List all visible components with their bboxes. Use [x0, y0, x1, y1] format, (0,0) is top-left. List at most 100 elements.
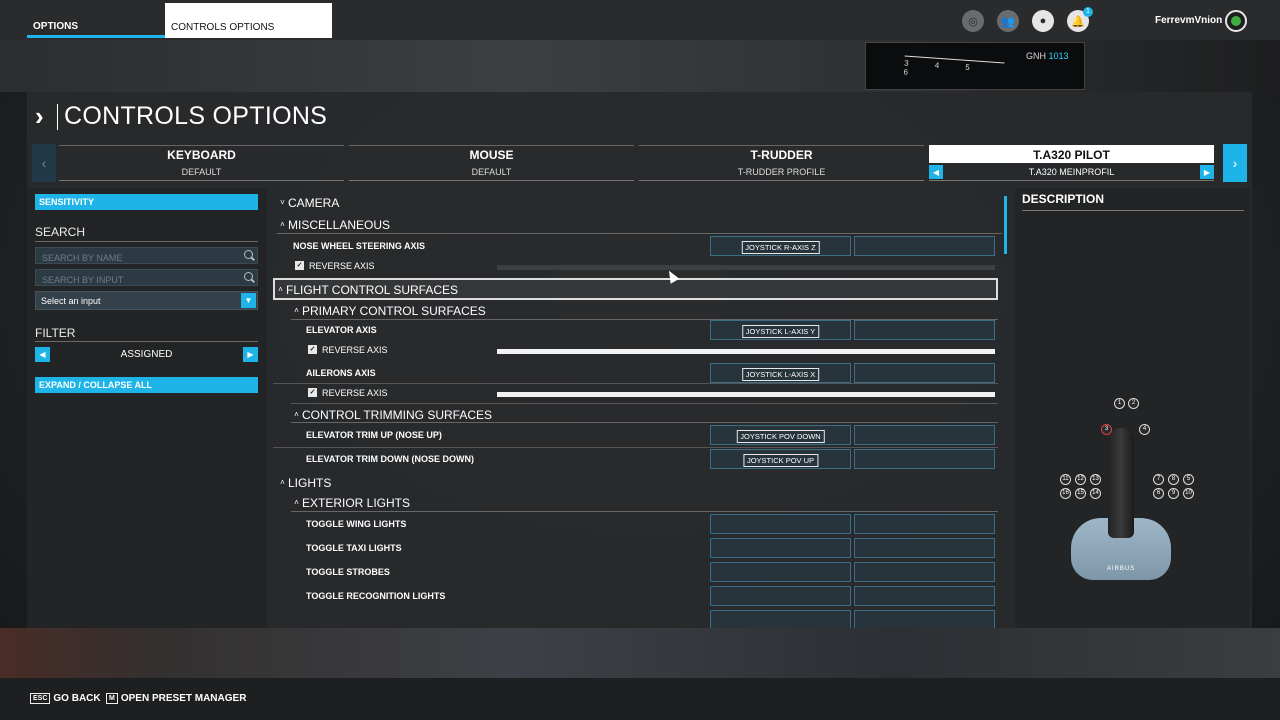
footer-bar: ESC GO BACK M OPEN PRESET MANAGER	[0, 678, 1280, 720]
tab-controls-options[interactable]: CONTROLS OPTIONS	[165, 3, 332, 38]
section-lights[interactable]: ˄ LIGHTS	[277, 472, 1002, 492]
reverse-axis-row[interactable]: ✓ REVERSE AXIS	[273, 257, 998, 277]
tab-keyboard[interactable]: KEYBOARD DEFAULT	[59, 145, 344, 181]
binding-slot-secondary[interactable]	[854, 514, 995, 534]
open-preset-manager-button[interactable]: M OPEN PRESET MANAGER	[106, 693, 246, 704]
search-by-name[interactable]	[35, 247, 258, 266]
binding-slot-primary[interactable]: JOYSTICK POV DOWN	[710, 425, 851, 445]
section-label: PRIMARY CONTROL SURFACES	[302, 304, 486, 318]
select-input-dropdown[interactable]: Select an input ▼	[35, 291, 258, 310]
reverse-axis-row[interactable]: ✓ REVERSE AXIS	[273, 384, 998, 404]
binding-label: TOGGLE TAXI LIGHTS	[306, 543, 402, 553]
filter-next-button[interactable]: ▶	[243, 347, 258, 362]
binding-slot-primary[interactable]: JOYSTICK L-AXIS Y	[710, 320, 851, 340]
binding-slot-primary[interactable]	[710, 514, 851, 534]
reverse-axis-row[interactable]: ✓ REVERSE AXIS	[273, 341, 998, 361]
binding-label: ELEVATOR TRIM UP (NOSE UP)	[306, 430, 442, 440]
binding-label: TOGGLE RECOGNITION LIGHTS	[306, 591, 446, 601]
tab-mouse[interactable]: MOUSE DEFAULT	[349, 145, 634, 181]
binding-nose-wheel[interactable]: NOSE WHEEL STEERING AXIS JOYSTICK R-AXIS…	[273, 235, 998, 257]
search-input-field[interactable]	[36, 272, 231, 288]
binding-slot-secondary[interactable]	[854, 538, 995, 558]
search-name-input[interactable]	[36, 250, 231, 266]
section-control-trimming-surfaces[interactable]: ˄ CONTROL TRIMMING SURFACES	[291, 403, 998, 423]
section-label: CAMERA	[288, 196, 340, 210]
tab-ta320-pilot[interactable]: T.A320 PILOT T.A320 MEINPROFIL ◀ ▶	[929, 145, 1214, 181]
bindings-list: ˅ CAMERA ˄ MISCELLANEOUS NOSE WHEEL STEERI…	[273, 188, 1013, 628]
tab-options[interactable]: OPTIONS	[27, 3, 165, 38]
binding-trim-up[interactable]: ELEVATOR TRIM UP (NOSE UP) JOYSTICK POV …	[273, 424, 998, 448]
expand-collapse-button[interactable]: EXPAND / COLLAPSE ALL	[35, 377, 258, 393]
device-prev-button[interactable]: ‹	[32, 144, 56, 182]
friends-icon[interactable]: 👥	[997, 10, 1019, 32]
binding-next-partial[interactable]	[273, 609, 998, 628]
binding-slot-primary[interactable]	[710, 562, 851, 582]
binding-slot-secondary[interactable]	[854, 562, 995, 582]
binding-label: AILERONS AXIS	[306, 368, 376, 378]
binding-slot-primary[interactable]	[710, 538, 851, 558]
chevron-up-icon: ˄	[280, 220, 285, 229]
profile-prev-button[interactable]: ◀	[929, 165, 943, 179]
top-icons: ◎ 👥 ● 🔔 1	[962, 7, 1093, 32]
profile-next-button[interactable]: ▶	[1200, 165, 1214, 179]
binding-trim-down[interactable]: ELEVATOR TRIM DOWN (NOSE DOWN) JOYSTICK …	[273, 448, 998, 472]
filter-selector[interactable]: ◀ ASSIGNED ▶	[35, 347, 258, 362]
binding-slot-primary[interactable]: JOYSTICK POV UP	[710, 449, 851, 469]
binding-slot-secondary[interactable]	[854, 236, 995, 256]
button-marker: 13	[1090, 474, 1101, 485]
notifications-icon[interactable]: 🔔 1	[1067, 7, 1093, 32]
chevron-up-icon: ˄	[294, 410, 299, 419]
binding-slot-primary[interactable]: JOYSTICK L-AXIS X	[710, 363, 851, 383]
checkbox-reverse-axis[interactable]: ✓	[308, 345, 317, 354]
binding-label: ELEVATOR AXIS	[306, 325, 377, 335]
achievements-icon[interactable]: ◎	[962, 10, 984, 32]
binding-slot-primary[interactable]: JOYSTICK R-AXIS Z	[710, 236, 851, 256]
list-scrollbar[interactable]	[1004, 196, 1007, 254]
binding-wing-lights[interactable]: TOGGLE WING LIGHTS	[273, 513, 998, 537]
gnh-readout: GNH 1013	[1026, 51, 1069, 61]
binding-slot-secondary[interactable]	[854, 449, 995, 469]
chevron-down-icon: ˅	[280, 198, 285, 207]
m-key-icon: M	[106, 693, 118, 704]
binding-slot-secondary[interactable]	[854, 363, 995, 383]
binding-strobes[interactable]: TOGGLE STROBES	[273, 561, 998, 585]
binding-label: ELEVATOR TRIM DOWN (NOSE DOWN)	[306, 454, 474, 464]
binding-slot-secondary[interactable]	[854, 320, 995, 340]
binding-slot-primary[interactable]	[710, 586, 851, 606]
tab-t-rudder[interactable]: T-RUDDER T-RUDDER PROFILE	[639, 145, 924, 181]
binding-slot-primary[interactable]	[710, 610, 851, 628]
device-name: T-RUDDER	[639, 145, 924, 163]
profile-icon[interactable]: ●	[1032, 10, 1054, 32]
device-name: MOUSE	[349, 145, 634, 163]
section-primary-control-surfaces[interactable]: ˄ PRIMARY CONTROL SURFACES	[291, 300, 998, 320]
binding-label: TOGGLE STROBES	[306, 567, 390, 577]
device-profile: T-RUDDER PROFILE	[737, 167, 826, 177]
xbox-avatar-icon[interactable]	[1225, 10, 1247, 32]
binding-chip: JOYSTICK POV UP	[742, 454, 819, 467]
section-label: LIGHTS	[288, 476, 332, 490]
binding-elevator-axis[interactable]: ELEVATOR AXIS JOYSTICK L-AXIS Y	[273, 319, 998, 341]
binding-ailerons-axis[interactable]: AILERONS AXIS JOYSTICK L-AXIS X	[273, 362, 998, 384]
filter-prev-button[interactable]: ◀	[35, 347, 50, 362]
section-exterior-lights[interactable]: ˄ EXTERIOR LIGHTS	[291, 492, 998, 512]
binding-slot-secondary[interactable]	[854, 586, 995, 606]
binding-slot-secondary[interactable]	[854, 610, 995, 628]
section-flight-control-surfaces[interactable]: ˄ FLIGHT CONTROL SURFACES	[273, 278, 998, 300]
binding-taxi-lights[interactable]: TOGGLE TAXI LIGHTS	[273, 537, 998, 561]
binding-slot-secondary[interactable]	[854, 425, 995, 445]
checkbox-reverse-axis[interactable]: ✓	[295, 261, 304, 270]
binding-recognition-lights[interactable]: TOGGLE RECOGNITION LIGHTS	[273, 585, 998, 609]
button-marker: 4	[1139, 424, 1150, 435]
go-back-button[interactable]: ESC GO BACK	[30, 693, 101, 704]
button-marker: 14	[1090, 488, 1101, 499]
checkbox-reverse-axis[interactable]: ✓	[308, 388, 317, 397]
search-label: SEARCH	[35, 225, 86, 239]
button-marker: 1	[1114, 398, 1125, 409]
username[interactable]: FerrevmVnion	[1155, 15, 1222, 26]
search-by-input[interactable]	[35, 269, 258, 288]
section-camera[interactable]: ˅ CAMERA	[277, 192, 1002, 212]
joystick-shaft	[1108, 428, 1134, 538]
device-next-button[interactable]: ›	[1223, 144, 1247, 182]
section-miscellaneous[interactable]: ˄ MISCELLANEOUS	[277, 214, 1002, 234]
sensitivity-button[interactable]: SENSITIVITY	[35, 194, 258, 210]
